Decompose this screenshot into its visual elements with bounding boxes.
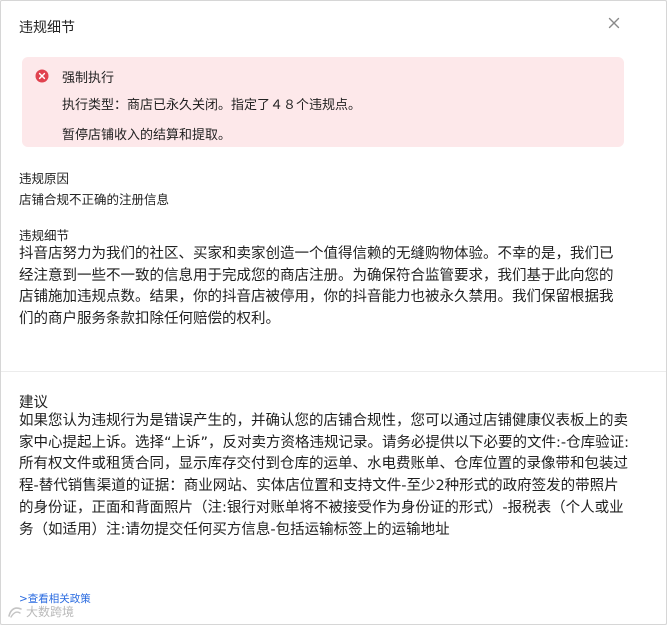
watermark-text: 大数跨境 [26,605,75,619]
suggestion-label: 建议 [19,395,48,411]
enforcement-alert: 强制执行 执行类型：商店已永久关闭。指定了４８个违规点。 暂停店铺收入的结算和提… [22,57,624,147]
watermark: 大数跨境 [7,603,74,620]
violation-reason-label: 违规原因 [19,171,70,186]
watermark-logo-icon [7,605,23,619]
dialog-title: 违规细节 [19,20,75,36]
section-divider [1,371,666,372]
alert-title: 强制执行 [62,71,115,86]
close-icon[interactable] [606,15,622,31]
violation-reason-value: 店铺合规不正确的注册信息 [19,192,170,207]
violation-detail-text: 抖音店努力为我们的社区、买家和卖家创造一个值得信赖的无缝购物体验。不幸的是，我们… [19,246,614,327]
enforcement-type-text: 执行类型：商店已永久关闭。指定了４８个违规点。 [62,98,362,113]
violation-detail-label: 违规细节 [19,228,70,243]
settlement-suspension-text: 暂停店铺收入的结算和提取。 [62,128,232,143]
error-circle-icon [35,68,49,83]
violation-details-dialog: 违规细节 强制执行 执行类型：商店已永久关闭。指定了４８个违规点。 暂停店铺收入… [0,0,667,625]
suggestion-text: 如果您认为违规行为是错误产生的，并确认您的店铺合规性，您可以通过店铺健康仪表板上… [19,413,630,538]
